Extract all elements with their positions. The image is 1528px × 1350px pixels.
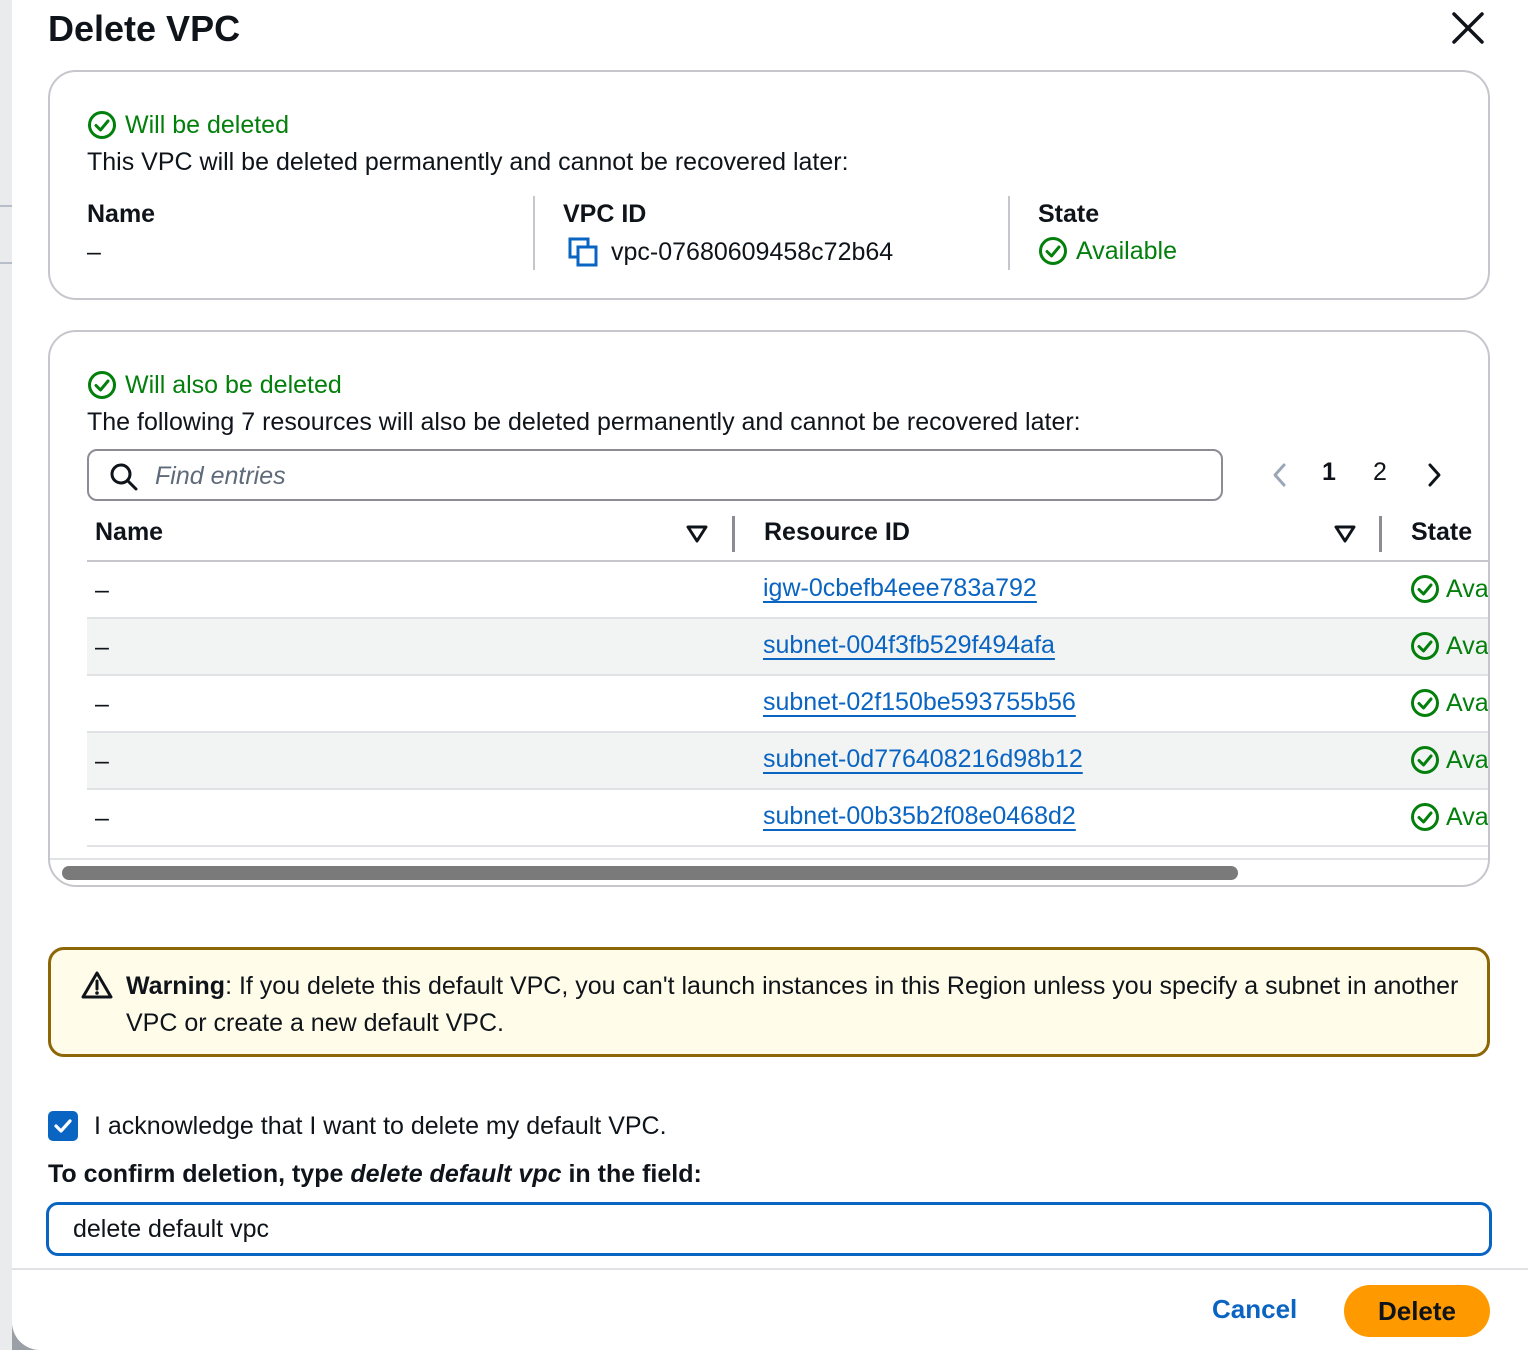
check-circle-icon <box>1411 746 1439 774</box>
resources-description: The following 7 resources will also be d… <box>87 408 1081 436</box>
checkmark-icon <box>54 1119 72 1133</box>
column-resizer[interactable] <box>732 516 735 552</box>
name-label: Name <box>87 200 156 228</box>
vpc-id-value: vpc-07680609458c72b64 <box>611 238 894 266</box>
cell-state: Ava <box>1410 631 1489 661</box>
will-be-deleted-status: Will be deleted <box>87 110 289 140</box>
acknowledge-label: I acknowledge that I want to delete my d… <box>94 1111 667 1140</box>
cell-state: Ava <box>1410 688 1489 718</box>
status-text: Will be deleted <box>125 110 289 139</box>
search-icon <box>110 463 138 491</box>
warning-body: : If you delete this default VPC, you ca… <box>126 972 1459 1037</box>
copy-icon[interactable] <box>567 236 599 268</box>
cell-name: – <box>95 576 109 604</box>
confirm-label: To confirm deletion, type delete default… <box>48 1160 702 1189</box>
check-circle-icon <box>1411 632 1439 660</box>
cell-name: – <box>95 633 109 661</box>
divider <box>533 196 535 270</box>
warning-text: Warning: If you delete this default VPC,… <box>126 968 1466 1042</box>
cancel-button[interactable]: Cancel <box>1212 1294 1297 1325</box>
page-1-button[interactable]: 1 <box>1322 458 1336 492</box>
scrollbar-track <box>50 858 1488 860</box>
column-header-name[interactable]: Name <box>95 518 163 547</box>
cell-name: – <box>95 804 109 832</box>
dialog-title: Delete VPC <box>48 8 241 49</box>
divider <box>1008 196 1010 270</box>
search-input[interactable] <box>155 459 1205 493</box>
check-circle-icon <box>1411 689 1439 717</box>
check-circle-icon <box>1411 575 1439 603</box>
page-2-button[interactable]: 2 <box>1373 458 1387 492</box>
resource-id-link[interactable]: subnet-0d776408216d98b12 <box>763 745 1083 774</box>
warning-alert: Warning: If you delete this default VPC,… <box>48 947 1490 1057</box>
confirm-label-prefix: To confirm deletion, type <box>48 1160 351 1188</box>
sort-down-icon[interactable] <box>1334 524 1356 544</box>
vpc-description: This VPC will be deleted permanently and… <box>87 148 849 176</box>
resource-id-link[interactable]: subnet-004f3fb529f494afa <box>763 631 1055 660</box>
warning-title: Warning <box>126 972 226 1000</box>
find-entries-search[interactable] <box>87 449 1223 501</box>
cell-name: – <box>95 690 109 718</box>
acknowledge-row: I acknowledge that I want to delete my d… <box>48 1111 667 1141</box>
check-circle-icon <box>88 111 116 139</box>
confirm-deletion-input[interactable] <box>46 1202 1492 1256</box>
column-header-resource-id[interactable]: Resource ID <box>764 518 910 547</box>
delete-vpc-dialog: Delete VPC Will be deleted This VPC will… <box>12 0 1528 1350</box>
previous-page-icon[interactable] <box>1266 458 1294 492</box>
table-row: – subnet-02f150be593755b56 Ava <box>87 676 1489 733</box>
state-text: Available <box>1076 236 1178 265</box>
next-page-icon[interactable] <box>1420 458 1448 492</box>
state-text: Ava <box>1446 688 1489 717</box>
delete-button[interactable]: Delete <box>1344 1285 1490 1337</box>
close-button[interactable] <box>1448 8 1488 48</box>
table-row: – subnet-004f3fb529f494afa Ava <box>87 619 1489 676</box>
state-value: Available <box>1038 236 1177 266</box>
table-row: – igw-0cbefb4eee783a792 Ava <box>87 562 1489 619</box>
footer-divider <box>12 1268 1528 1270</box>
check-circle-icon <box>1039 237 1067 265</box>
state-label: State <box>1038 200 1100 228</box>
state-text: Ava <box>1446 745 1489 774</box>
state-text: Ava <box>1446 802 1489 831</box>
resource-id-link[interactable]: subnet-00b35b2f08e0468d2 <box>763 802 1076 831</box>
cell-state: Ava <box>1410 574 1489 604</box>
confirm-phrase: delete default vpc <box>350 1160 562 1188</box>
sort-down-icon[interactable] <box>686 524 708 544</box>
state-text: Ava <box>1446 631 1489 660</box>
confirm-label-suffix: in the field: <box>561 1160 702 1188</box>
name-value: – <box>87 238 101 266</box>
close-icon <box>1452 12 1484 44</box>
cell-state: Ava <box>1410 802 1489 832</box>
horizontal-scrollbar[interactable] <box>62 866 1238 880</box>
status-text: Will also be deleted <box>125 370 342 399</box>
table-row: – subnet-0d776408216d98b12 Ava <box>87 733 1489 790</box>
vpc-summary-card: Will be deleted This VPC will be deleted… <box>48 70 1490 300</box>
table-row: – subnet-00b35b2f08e0468d2 Ava <box>87 790 1489 847</box>
resource-id-link[interactable]: igw-0cbefb4eee783a792 <box>763 574 1037 603</box>
column-resizer[interactable] <box>1379 516 1382 552</box>
will-also-be-deleted-status: Will also be deleted <box>87 370 342 400</box>
acknowledge-checkbox[interactable] <box>48 1111 78 1141</box>
cell-name: – <box>95 747 109 775</box>
related-resources-card: Will also be deleted The following 7 res… <box>48 330 1490 887</box>
state-text: Ava <box>1446 574 1489 603</box>
resource-id-link[interactable]: subnet-02f150be593755b56 <box>763 688 1076 717</box>
vpc-id-label: VPC ID <box>563 200 647 228</box>
cell-state: Ava <box>1410 745 1489 775</box>
backdrop <box>0 0 12 1350</box>
check-circle-icon <box>1411 803 1439 831</box>
warning-icon <box>81 971 113 999</box>
check-circle-icon <box>88 371 116 399</box>
column-header-state[interactable]: State <box>1411 518 1472 547</box>
